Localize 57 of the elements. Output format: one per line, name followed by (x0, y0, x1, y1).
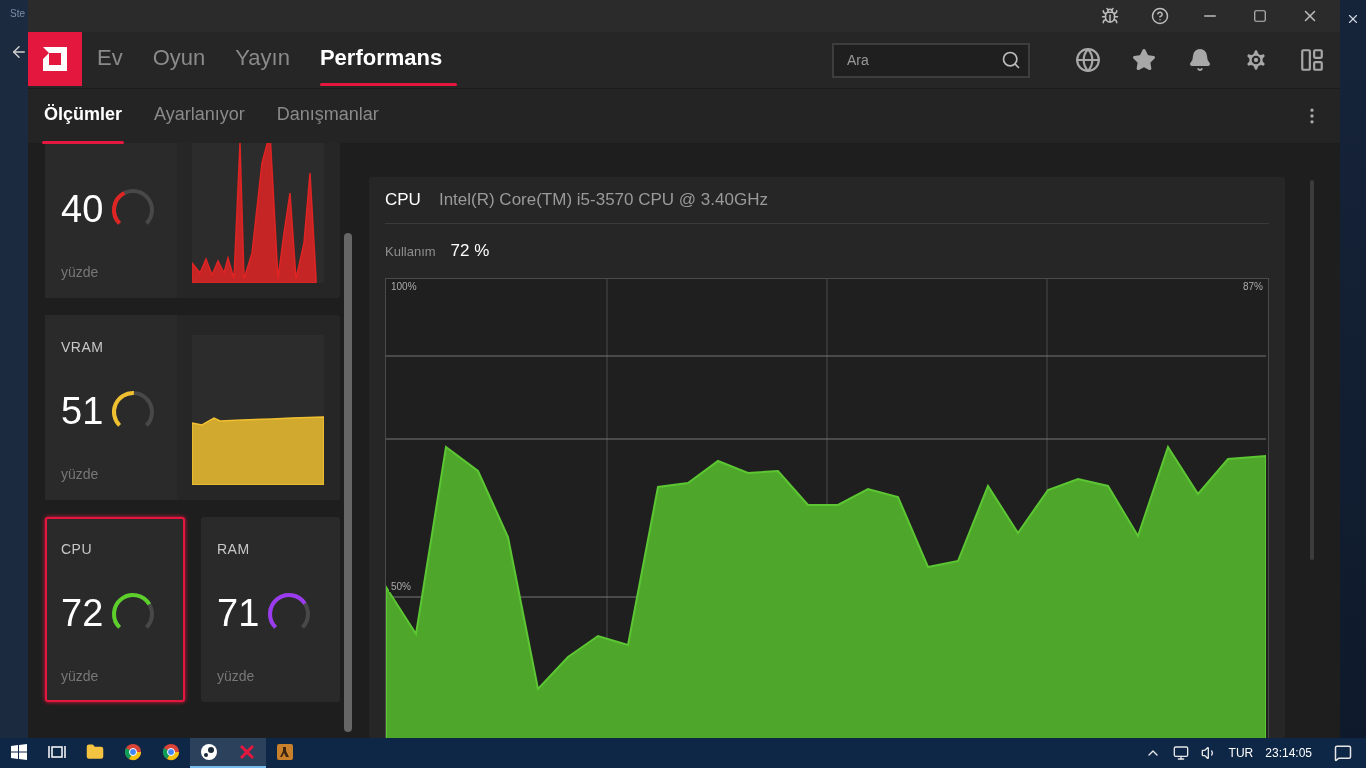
help-icon[interactable] (1151, 7, 1169, 25)
metric-card[interactable]: VRAM 51 yüzde (45, 315, 340, 500)
bell-icon[interactable] (1188, 48, 1212, 72)
metric-label: CPU (61, 541, 94, 559)
notification-icon[interactable] (1334, 744, 1352, 762)
browser-icon (124, 743, 142, 761)
gauge-track (112, 188, 155, 225)
axis-label: 87% (1241, 281, 1265, 292)
globe-icon[interactable] (1075, 47, 1101, 73)
metric-unit: yüzde (61, 466, 100, 482)
task-view-icon[interactable] (48, 744, 66, 760)
nav-tab[interactable]: Yayın (220, 32, 305, 88)
close-icon[interactable] (1346, 12, 1360, 26)
detail-title: CPU (385, 190, 421, 211)
sub-tab[interactable]: Danışmanlar (260, 88, 395, 144)
maximize-icon[interactable] (1253, 9, 1267, 23)
metric-label: RAM (217, 541, 251, 559)
window-title: Ste (10, 8, 25, 19)
metric-card[interactable]: RAM 71 yüzde (201, 517, 340, 702)
metric-unit: yüzde (61, 264, 100, 280)
nav-tab[interactable]: Oyun (137, 32, 221, 88)
metric-unit: yüzde (61, 668, 100, 684)
metric-value: 71 (217, 592, 260, 635)
gauge-track (112, 390, 155, 427)
metric-card[interactable]: CPU 72 yüzde (45, 517, 185, 702)
scrollbar-thumb[interactable] (344, 233, 352, 732)
axis-label: 50% (389, 581, 413, 592)
search-field[interactable]: Ara (832, 42, 1030, 78)
metric-card[interactable]: 40 yüzde (45, 143, 340, 298)
language-indicator[interactable]: TUR (1228, 746, 1254, 760)
axis-label: 100% (389, 281, 419, 292)
logo-icon[interactable] (28, 32, 82, 86)
sub-tab[interactable]: Ölçümler (28, 88, 139, 144)
usage-label: Kullanım (385, 243, 436, 259)
folder-icon (86, 743, 104, 761)
metric-value: 40 (61, 188, 104, 231)
panel-icon[interactable] (1299, 47, 1325, 73)
steam-icon (200, 743, 218, 761)
star-icon[interactable] (1132, 48, 1156, 72)
nav-tab[interactable]: Ev (82, 32, 138, 88)
cross-icon (238, 743, 256, 761)
windows-logo-icon[interactable] (11, 744, 27, 760)
taskbar-app[interactable] (190, 738, 228, 768)
clock[interactable]: 23:14:05 (1265, 746, 1312, 760)
nav-tab[interactable]: Performans (304, 32, 458, 88)
search-icon[interactable] (1001, 49, 1021, 70)
metric-label: VRAM (61, 339, 105, 357)
metric-unit: yüzde (217, 668, 256, 684)
sub-tab[interactable]: Ayarlanıyor (138, 88, 261, 144)
metric-value: 72 (61, 592, 104, 635)
processor-name: Intel(R) Core(TM) i5-3570 CPU @ 3.40GHz (438, 190, 768, 211)
network-icon[interactable] (1172, 745, 1189, 761)
metric-value: 51 (61, 390, 104, 433)
game-icon (276, 743, 294, 761)
usage-value: 72 % (450, 241, 490, 262)
browser-icon (162, 743, 180, 761)
bug-icon[interactable] (1101, 7, 1119, 25)
